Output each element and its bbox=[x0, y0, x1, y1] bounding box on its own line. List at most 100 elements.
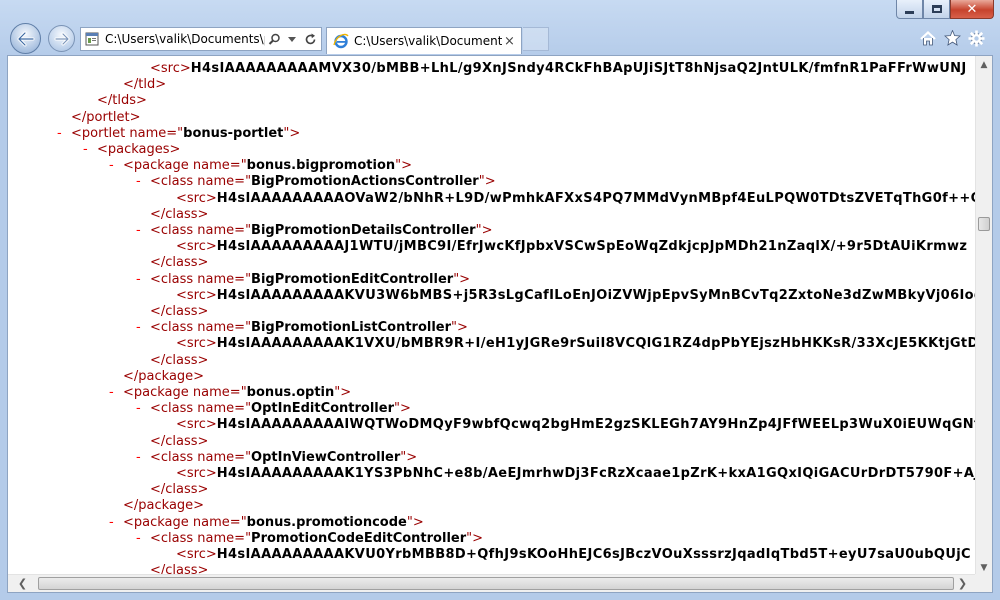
xml-markup: <src> bbox=[176, 547, 217, 562]
xml-element-row[interactable]: - <class name="OptInViewController"> bbox=[136, 449, 418, 466]
xml-markup: </class> bbox=[150, 255, 209, 271]
xml-line: </package> bbox=[123, 498, 204, 514]
xml-element-row[interactable]: - <package name="bonus.optin"> bbox=[109, 385, 351, 401]
minimize-button[interactable] bbox=[896, 0, 923, 19]
xml-attribute-value: PromotionCodeEditController bbox=[251, 530, 467, 546]
xml-markup: =" bbox=[229, 385, 247, 400]
xml-attribute-value: bonus-portlet bbox=[183, 125, 284, 141]
xml-element-row[interactable]: - <class name="BigPromotionDetailsControl… bbox=[136, 223, 493, 239]
forward-arrow-icon bbox=[54, 32, 69, 45]
xml-markup: </tld> bbox=[123, 77, 167, 93]
xml-element-row[interactable]: - <class name="PromotionCodeEditControlle… bbox=[136, 530, 483, 547]
collapse-toggle[interactable]: - bbox=[136, 272, 141, 288]
xml-markup: =" bbox=[234, 271, 252, 287]
xml-line: <src>H4sIAAAAAAAAAK1YS3PbNhC+e8b/AeEJmrh… bbox=[176, 466, 977, 482]
xml-markup: <packages> bbox=[97, 142, 181, 157]
xml-markup: "> bbox=[394, 401, 411, 417]
collapse-toggle[interactable]: - bbox=[136, 450, 141, 466]
scrollbar-corner bbox=[975, 574, 992, 592]
xml-markup: name bbox=[197, 223, 235, 238]
search-icon bbox=[268, 33, 280, 45]
address-dropdown-button[interactable] bbox=[283, 28, 301, 50]
close-window-button[interactable]: ✕ bbox=[950, 0, 994, 19]
address-input[interactable]: C:\Users\valik\Documents\pro bbox=[105, 32, 265, 46]
scroll-up-arrow-icon[interactable]: ▲ bbox=[976, 56, 992, 73]
xml-markup: "> bbox=[466, 530, 483, 546]
xml-markup: "> bbox=[400, 449, 418, 465]
collapse-toggle[interactable]: - bbox=[136, 174, 141, 190]
xml-element-row[interactable]: - <class name="BigPromotionActionsControl… bbox=[136, 174, 496, 190]
collapse-toggle[interactable]: - bbox=[136, 223, 141, 239]
favorites-button[interactable] bbox=[941, 27, 963, 49]
collapse-toggle[interactable]: - bbox=[57, 126, 62, 142]
xml-markup: <portlet bbox=[71, 125, 130, 141]
xml-markup: =" bbox=[166, 125, 184, 141]
xml-element-row[interactable]: - <class name="BigPromotionEditController… bbox=[136, 271, 470, 288]
xml-markup: <class bbox=[150, 174, 198, 190]
minimize-icon bbox=[905, 10, 914, 14]
close-tab-icon[interactable]: × bbox=[504, 34, 515, 49]
close-icon: ✕ bbox=[966, 1, 978, 17]
horizontal-scrollbar[interactable]: ❮ ❯ bbox=[8, 574, 977, 592]
back-button[interactable] bbox=[10, 23, 41, 54]
xml-markup: name bbox=[197, 271, 235, 287]
page-content: <src>H4sIAAAAAAAAAMVX30/bMBB+LhL/g9XnJSn… bbox=[7, 55, 993, 593]
collapse-toggle[interactable]: - bbox=[136, 401, 141, 417]
scroll-right-arrow-icon[interactable]: ❯ bbox=[954, 575, 971, 592]
xml-attribute-value: BigPromotionDetailsController bbox=[251, 223, 476, 238]
tab-active[interactable]: C:\Users\valik\Documents\... × bbox=[326, 27, 522, 54]
xml-markup: "> bbox=[475, 223, 493, 238]
xml-text-value: H4sIAAAAAAAAAIWQTWoDMQyF9wbfQcwq2bgHmE2g… bbox=[216, 417, 977, 433]
refresh-icon bbox=[305, 33, 315, 44]
xml-markup: <src> bbox=[150, 61, 191, 76]
vertical-scrollbar[interactable]: ▲ ▼ bbox=[975, 56, 992, 576]
xml-markup: <package bbox=[123, 385, 193, 400]
xml-markup: <src> bbox=[176, 466, 217, 481]
collapse-toggle[interactable]: - bbox=[136, 531, 141, 547]
new-tab-button[interactable] bbox=[523, 27, 549, 51]
xml-markup: =" bbox=[229, 158, 247, 174]
forward-button[interactable] bbox=[48, 25, 75, 52]
xml-element-row[interactable]: - <class name="OptInEditController"> bbox=[136, 401, 411, 417]
collapse-toggle[interactable]: - bbox=[109, 158, 114, 174]
collapse-toggle[interactable]: - bbox=[109, 385, 114, 401]
xml-line: </class> bbox=[150, 482, 208, 498]
xml-attribute-value: BigPromotionActionsController bbox=[251, 174, 479, 190]
xml-text-value: H4sIAAAAAAAAAKVU0YrbMBB8D+QfhJ9sKOoHhEJC… bbox=[216, 547, 971, 562]
xml-element-row[interactable]: - <package name="bonus.promotioncode"> bbox=[109, 514, 424, 531]
xml-line: </package> bbox=[123, 369, 204, 385]
refresh-button[interactable] bbox=[301, 28, 319, 50]
xml-line: </class> bbox=[150, 353, 208, 369]
xml-element-row[interactable]: - <packages> bbox=[83, 142, 181, 158]
xml-text-value: H4sIAAAAAAAAAKVU3W6bMBS+j5R3sLgCafILoEnJ… bbox=[216, 287, 977, 303]
address-bar[interactable]: C:\Users\valik\Documents\pro bbox=[80, 27, 322, 51]
xml-element-row[interactable]: - <portlet name="bonus-portlet"> bbox=[57, 125, 300, 142]
horizontal-scroll-thumb[interactable] bbox=[38, 577, 954, 590]
home-button[interactable] bbox=[917, 27, 939, 49]
xml-line: </class> bbox=[150, 255, 208, 271]
maximize-button[interactable] bbox=[923, 0, 950, 19]
tools-button[interactable] bbox=[965, 27, 987, 49]
xml-attribute-value: OptInViewController bbox=[251, 449, 401, 465]
search-button[interactable] bbox=[265, 28, 283, 50]
xml-text-value: H4sIAAAAAAAAAMVX30/bMBB+LhL/g9XnJSndy4RC… bbox=[190, 61, 967, 76]
collapse-toggle[interactable]: - bbox=[83, 142, 88, 158]
xml-attribute-value: OptInEditController bbox=[251, 401, 394, 417]
xml-attribute-value: bonus.promotioncode bbox=[246, 514, 407, 530]
scroll-left-arrow-icon[interactable]: ❮ bbox=[14, 575, 31, 592]
collapse-toggle[interactable]: - bbox=[136, 320, 141, 336]
xml-markup: <package bbox=[123, 514, 193, 530]
xml-markup: </class> bbox=[150, 433, 209, 449]
collapse-toggle[interactable]: - bbox=[109, 515, 114, 531]
ie-logo-icon bbox=[333, 33, 349, 49]
vertical-scroll-thumb[interactable] bbox=[978, 217, 990, 231]
xml-line: <src>H4sIAAAAAAAAAJ1WTU/jMBC9I/EfrJwcKfJ… bbox=[176, 239, 967, 255]
xml-markup: </tlds> bbox=[97, 93, 147, 109]
dropdown-icon bbox=[288, 36, 296, 42]
xml-markup: name bbox=[197, 449, 235, 465]
xml-markup: <src> bbox=[176, 336, 217, 352]
xml-element-row[interactable]: - <package name="bonus.bigpromotion"> bbox=[109, 158, 412, 174]
xml-line: <src>H4sIAAAAAAAAAMVX30/bMBB+LhL/g9XnJSn… bbox=[150, 61, 967, 77]
browser-window: ✕ C:\Users\valik\Documents\pro bbox=[0, 0, 1000, 600]
xml-element-row[interactable]: - <class name="BigPromotionListController… bbox=[136, 320, 468, 336]
